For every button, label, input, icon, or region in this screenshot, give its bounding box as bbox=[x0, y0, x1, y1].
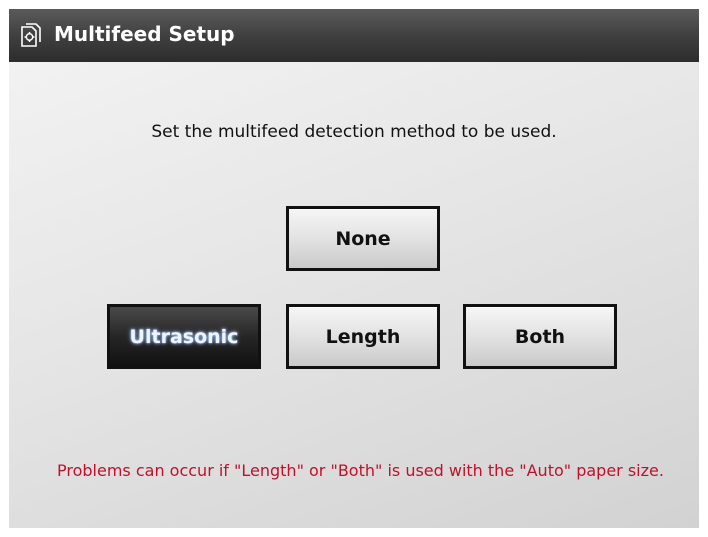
multifeed-setup-screen: Multifeed Setup Set the multifeed detect… bbox=[9, 9, 699, 528]
none-button-label: None bbox=[335, 227, 391, 250]
both-button[interactable]: Both bbox=[463, 304, 617, 369]
title-bar: Multifeed Setup bbox=[9, 9, 699, 62]
settings-document-icon bbox=[21, 23, 41, 47]
length-button-label: Length bbox=[325, 325, 401, 348]
warning-message: Problems can occur if "Length" or "Both"… bbox=[57, 461, 664, 480]
instruction-text: Set the multifeed detection method to be… bbox=[151, 122, 557, 142]
ultrasonic-button[interactable]: Ultrasonic bbox=[107, 304, 261, 369]
page-title: Multifeed Setup bbox=[54, 22, 235, 46]
ultrasonic-button-label: Ultrasonic bbox=[129, 325, 239, 348]
length-button[interactable]: Length bbox=[286, 304, 440, 369]
both-button-label: Both bbox=[514, 325, 566, 348]
none-button[interactable]: None bbox=[286, 206, 440, 271]
